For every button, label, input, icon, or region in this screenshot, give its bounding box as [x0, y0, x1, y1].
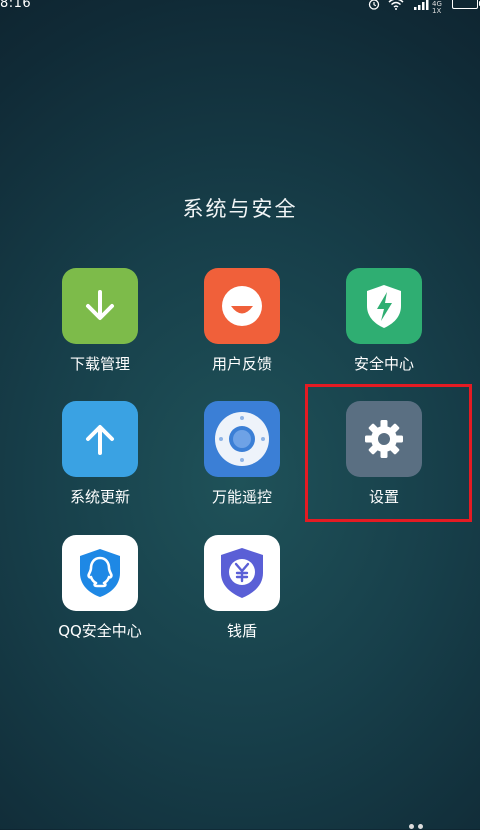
- app-download-manager[interactable]: 下载管理: [40, 268, 160, 374]
- page-indicator: [409, 824, 429, 830]
- app-label: 钱盾: [226, 622, 257, 640]
- app-label: 下载管理: [69, 355, 130, 373]
- app-label: 系统更新: [69, 488, 130, 506]
- page-dot: [409, 824, 414, 829]
- app-label: 用户反馈: [211, 355, 272, 373]
- app-universal-remote[interactable]: 万能遥控: [182, 401, 302, 507]
- smiley-icon: [204, 268, 280, 344]
- yuan-shield-icon: [204, 535, 280, 611]
- shield-bolt-icon: [346, 268, 422, 344]
- page-dot: [418, 824, 423, 829]
- app-system-update[interactable]: 系统更新: [40, 401, 160, 507]
- app-security-center[interactable]: 安全中心: [324, 268, 444, 374]
- highlight-box: [305, 384, 472, 522]
- app-qq-security-center[interactable]: QQ安全中心: [40, 535, 160, 641]
- app-label: 安全中心: [353, 355, 414, 373]
- app-label: 万能遥控: [211, 488, 272, 506]
- app-qiandun[interactable]: 钱盾: [182, 535, 302, 641]
- remote-icon: [204, 401, 280, 477]
- app-label: QQ安全中心: [58, 622, 142, 640]
- qq-shield-icon: [62, 535, 138, 611]
- app-user-feedback[interactable]: 用户反馈: [182, 268, 302, 374]
- arrow-up-icon: [62, 401, 138, 477]
- download-icon: [62, 268, 138, 344]
